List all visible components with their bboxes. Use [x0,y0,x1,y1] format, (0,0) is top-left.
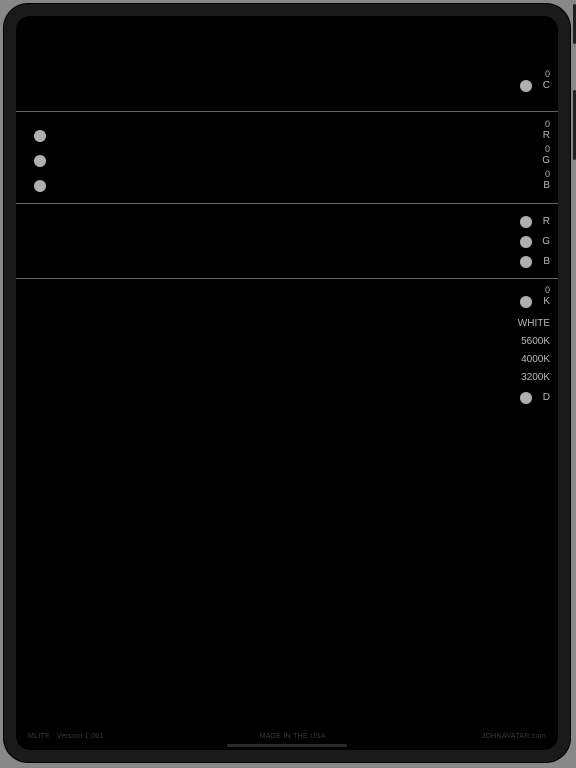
g-slider-left-knob[interactable] [34,155,46,167]
c-slider-knob[interactable] [520,80,532,92]
r-slider-left-knob[interactable] [34,130,46,142]
preset-5600k[interactable]: 5600K [521,336,550,347]
tablet-frame: 0 C 0 R 0 G 0 B R G B [4,4,570,762]
g-slider-value: 0 [545,145,550,154]
c-slider-value: 0 [545,70,550,79]
app-content: 0 C 0 R 0 G 0 B R G B [16,16,558,750]
g-toggle-knob[interactable] [520,236,532,248]
preset-white[interactable]: WHITE [518,318,550,329]
g-toggle-label: G [542,237,550,247]
r-slider-label: R [543,131,550,141]
footer-version: Version 1.0b1 [57,733,104,740]
b-slider-value: 0 [545,170,550,179]
screen: 0 C 0 R 0 G 0 B R G B [16,16,558,750]
divider [16,278,558,279]
b-toggle-knob[interactable] [520,256,532,268]
preset-4000k[interactable]: 4000K [521,354,550,365]
d-toggle-label: D [543,393,550,403]
footer-center: MADE IN THE USA [260,733,326,740]
footer-right[interactable]: JOHNAVATAR.com [482,733,546,740]
r-toggle-label: R [543,217,550,227]
divider [16,111,558,112]
home-indicator[interactable] [227,744,347,747]
k-slider-label: K [543,297,550,307]
r-toggle-knob[interactable] [520,216,532,228]
footer-app-name: MLITE [28,733,50,740]
k-slider-knob[interactable] [520,296,532,308]
b-slider-label: B [543,181,550,191]
footer: MLITE Version 1.0b1 MADE IN THE USA JOHN… [28,733,546,740]
preset-3200k[interactable]: 3200K [521,372,550,383]
c-slider-label: C [543,81,550,91]
divider [16,203,558,204]
g-slider-label: G [542,156,550,166]
footer-left: MLITE Version 1.0b1 [28,733,104,740]
d-toggle-knob[interactable] [520,392,532,404]
b-slider-left-knob[interactable] [34,180,46,192]
k-slider-value: 0 [545,286,550,295]
b-toggle-label: B [543,257,550,267]
r-slider-value: 0 [545,120,550,129]
